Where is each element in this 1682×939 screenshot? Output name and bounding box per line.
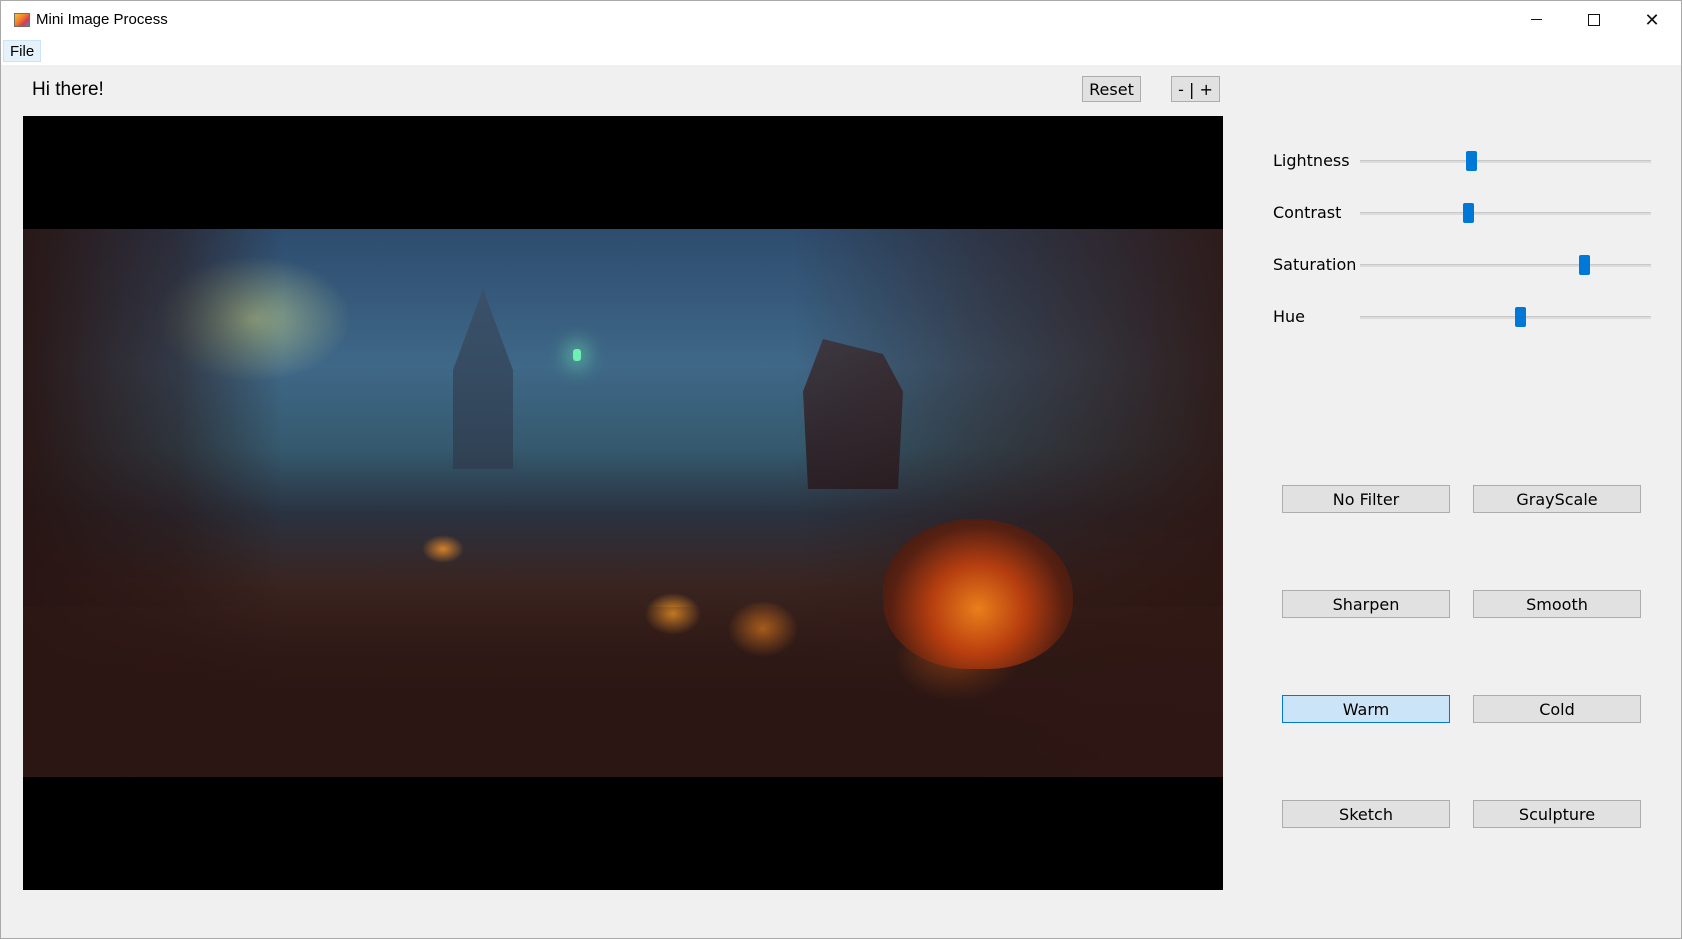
church-silhouette	[453, 289, 513, 469]
window-title: Mini Image Process	[36, 11, 168, 28]
saturation-slider-thumb[interactable]	[1579, 255, 1591, 275]
no-filter-button[interactable]: No Filter	[1282, 485, 1450, 513]
halloween-image	[23, 229, 1223, 777]
saturation-slider[interactable]	[1360, 255, 1651, 275]
maximize-button[interactable]	[1565, 1, 1623, 38]
contrast-label: Contrast	[1273, 203, 1342, 222]
minimize-icon	[1530, 19, 1542, 20]
grayscale-button[interactable]: GrayScale	[1473, 485, 1641, 513]
title-bar[interactable]: Mini Image Process ✕	[1, 1, 1681, 38]
sculpture-button[interactable]: Sculpture	[1473, 800, 1641, 828]
lamp-glow	[573, 349, 581, 361]
cold-button[interactable]: Cold	[1473, 695, 1641, 723]
minimize-button[interactable]	[1507, 1, 1565, 38]
hue-slider-thumb[interactable]	[1515, 307, 1527, 327]
image-canvas[interactable]	[23, 116, 1223, 890]
lightness-slider-thumb[interactable]	[1465, 151, 1477, 171]
maximize-icon	[1588, 13, 1600, 26]
app-image-icon	[14, 13, 30, 27]
greeting-label: Hi there!	[32, 79, 104, 100]
zoom-button[interactable]: - | +	[1171, 76, 1220, 102]
sharpen-button[interactable]: Sharpen	[1282, 590, 1450, 618]
lightness-label: Lightness	[1273, 151, 1350, 170]
hue-label: Hue	[1273, 307, 1306, 326]
reset-button[interactable]: Reset	[1082, 76, 1141, 102]
app-window: Mini Image Process ✕ File Hi there! Rese…	[0, 0, 1682, 939]
sketch-button[interactable]: Sketch	[1282, 800, 1450, 828]
close-icon: ✕	[1644, 9, 1660, 30]
contrast-slider[interactable]	[1360, 203, 1651, 223]
menu-file[interactable]: File	[3, 40, 42, 62]
hue-slider[interactable]	[1360, 307, 1651, 327]
pumpkin	[883, 519, 1073, 669]
menu-bar: File	[1, 38, 1681, 65]
saturation-label: Saturation	[1273, 255, 1357, 274]
contrast-slider-thumb[interactable]	[1462, 203, 1474, 223]
smooth-button[interactable]: Smooth	[1473, 590, 1641, 618]
close-button[interactable]: ✕	[1623, 1, 1681, 38]
warm-button[interactable]: Warm	[1282, 695, 1450, 723]
lightness-slider[interactable]	[1360, 151, 1651, 171]
